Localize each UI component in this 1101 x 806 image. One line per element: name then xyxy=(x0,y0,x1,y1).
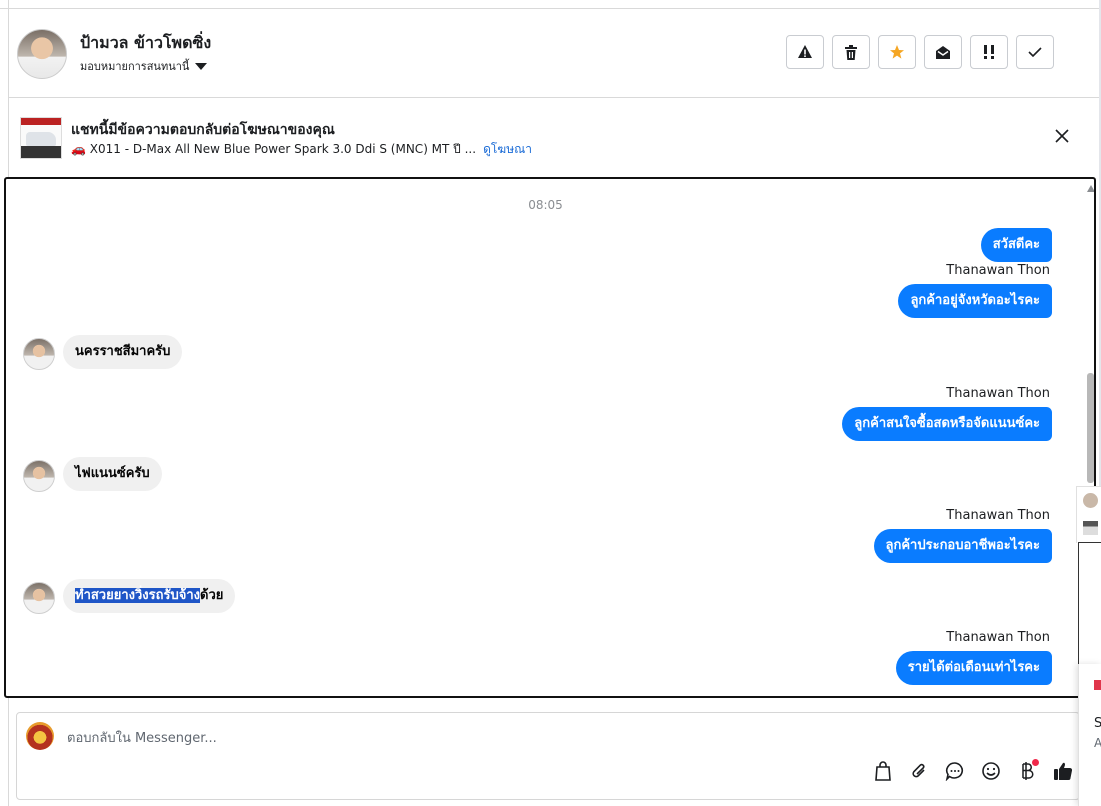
side-panel-preview[interactable] xyxy=(1076,486,1101,543)
composer-toolbar xyxy=(871,759,1075,783)
incoming-message[interactable]: ไฟแนนซ์ครับ xyxy=(63,457,162,491)
trash-icon xyxy=(845,44,857,60)
ad-reply-banner: แชทนี้มีข้อความตอบกลับต่อโฆษณาของคุณ 🚗 X… xyxy=(8,98,1099,176)
notification-dot xyxy=(1032,759,1039,766)
sender-name: Thanawan Thon xyxy=(946,508,1050,523)
ad-banner-subtitle: 🚗 X011 - D-Max All New Blue Power Spark … xyxy=(71,142,477,156)
star-icon xyxy=(890,45,904,59)
emoji-icon xyxy=(982,762,1000,780)
contact-avatar-small[interactable] xyxy=(23,338,55,370)
delete-button[interactable] xyxy=(832,35,870,69)
outgoing-message[interactable]: สวัสดีคะ xyxy=(980,228,1052,262)
window-top-edge xyxy=(0,0,1101,9)
message-composer xyxy=(16,712,1080,800)
report-spam-button[interactable] xyxy=(786,35,824,69)
saved-reply-button[interactable] xyxy=(943,759,967,783)
emoji-button[interactable] xyxy=(979,759,1003,783)
like-button[interactable] xyxy=(1051,759,1075,783)
assign-conversation-dropdown[interactable]: มอบหมายการสนทนานี้ xyxy=(80,57,208,75)
reply-input[interactable] xyxy=(65,726,969,750)
side-panel-box xyxy=(1078,542,1101,666)
conversation-header: ป้ามวล ข้าวโพดซิ่ง มอบหมายการสนทนานี้ xyxy=(8,9,1099,98)
header-actions xyxy=(786,35,1054,69)
priority-button[interactable] xyxy=(970,35,1008,69)
priority-icon xyxy=(984,45,994,59)
message-timestamp: 08:05 xyxy=(528,198,563,212)
shopping-bag-icon xyxy=(875,761,891,781)
view-ad-link[interactable]: ดูโฆษณา xyxy=(483,140,532,159)
page-avatar xyxy=(26,722,54,750)
side-panel-card[interactable]: S A xyxy=(1078,664,1101,806)
selected-text: ทำสวยยางวิ่งรถรับจ้าง xyxy=(75,588,200,603)
contact-name[interactable]: ป้ามวล ข้าวโพดซิ่ง xyxy=(80,31,211,56)
payment-button[interactable] xyxy=(1015,759,1039,783)
star-button[interactable] xyxy=(878,35,916,69)
contact-avatar-small[interactable] xyxy=(23,460,55,492)
contact-avatar[interactable] xyxy=(17,29,67,79)
ad-banner-subtitle-row: 🚗 X011 - D-Max All New Blue Power Spark … xyxy=(71,140,532,159)
outgoing-message[interactable]: ลูกค้าประกอบอาชีพอะไรคะ xyxy=(873,529,1052,563)
ad-thumbnail[interactable] xyxy=(20,117,62,159)
caret-down-icon xyxy=(195,62,208,70)
scrollbar-thumb[interactable] xyxy=(1087,373,1094,483)
outgoing-message[interactable]: ลูกค้าสนใจซื้อสดหรือจัดแนนซ์คะ xyxy=(842,407,1052,441)
sender-name: Thanawan Thon xyxy=(946,263,1050,278)
assign-label: มอบหมายการสนทนานี้ xyxy=(80,60,190,73)
outgoing-message[interactable]: รายได้ต่อเดือนเท่าไรคะ xyxy=(895,651,1052,685)
close-icon[interactable] xyxy=(1054,128,1070,144)
scroll-up-arrow-icon[interactable] xyxy=(1087,185,1094,192)
incoming-message[interactable]: นครราชสีมาครับ xyxy=(63,335,183,369)
contact-avatar-small[interactable] xyxy=(23,582,55,614)
ad-banner-title: แชทนี้มีข้อความตอบกลับต่อโฆษณาของคุณ xyxy=(71,122,335,138)
attach-button[interactable] xyxy=(907,759,931,783)
side-card-title: S xyxy=(1094,716,1101,731)
side-thumbnail xyxy=(1083,521,1098,535)
sender-name: Thanawan Thon xyxy=(946,630,1050,645)
message-text-rest: ด้วย xyxy=(200,588,224,603)
mark-unread-icon xyxy=(936,45,950,59)
message-thread[interactable]: 08:05 สวัสดีคะ Thanawan Thon ลูกค้าอยู่จ… xyxy=(4,177,1096,698)
incoming-message[interactable]: ทำสวยยางวิ่งรถรับจ้างด้วย xyxy=(63,579,236,613)
thumbs-up-icon xyxy=(1054,762,1073,780)
sender-name: Thanawan Thon xyxy=(946,386,1050,401)
side-card-subtitle: A xyxy=(1094,736,1101,750)
outgoing-message[interactable]: ลูกค้าอยู่จังหวัดอะไรคะ xyxy=(898,284,1052,318)
shopping-bag-button[interactable] xyxy=(871,759,895,783)
saved-reply-icon xyxy=(945,762,964,781)
side-card-icon xyxy=(1094,680,1101,690)
attachment-icon xyxy=(912,763,925,778)
warning-icon xyxy=(798,45,812,58)
mark-unread-button[interactable] xyxy=(924,35,962,69)
mark-done-button[interactable] xyxy=(1016,35,1054,69)
side-avatar xyxy=(1083,493,1098,508)
done-icon xyxy=(1028,47,1042,58)
